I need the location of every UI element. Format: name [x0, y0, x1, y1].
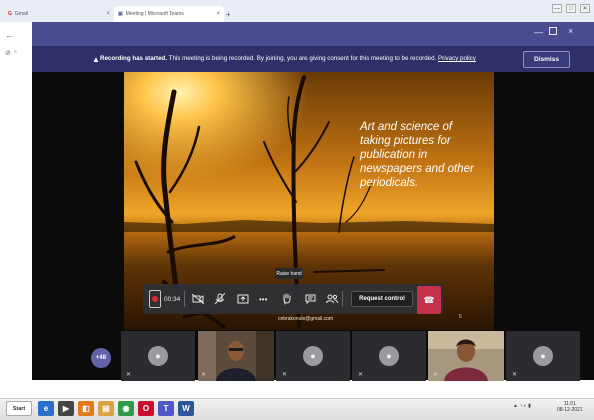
- word-icon[interactable]: W: [178, 401, 194, 416]
- avatar-icon: ●: [379, 346, 399, 366]
- participant-video-woman: [428, 331, 504, 381]
- slide-line: periodicals.: [360, 177, 419, 189]
- participant-video-tile[interactable]: [428, 331, 504, 381]
- tab-label: Meeting | Microsoft Teams: [125, 11, 184, 17]
- divider: [184, 291, 185, 307]
- mic-off-icon: ✕: [433, 372, 439, 378]
- warning-icon: ▲: [92, 55, 100, 64]
- slide-email: cebrakonule@gmail.com: [278, 316, 334, 322]
- mic-off-icon: ✕: [358, 372, 364, 378]
- divider: [342, 291, 343, 307]
- privacy-policy-link[interactable]: Privacy policy: [438, 55, 476, 62]
- recording-body: This meeting is being recorded. By joini…: [168, 55, 437, 62]
- opera-icon[interactable]: O: [138, 401, 154, 416]
- hangup-icon: ☎: [423, 294, 435, 305]
- dismiss-button[interactable]: Dismiss: [523, 51, 570, 68]
- maximize-button[interactable]: □: [566, 4, 576, 13]
- request-control-button[interactable]: Request control: [351, 291, 413, 307]
- taskbar-clock[interactable]: 11:01 08-12-2021: [557, 401, 583, 413]
- start-button[interactable]: Start: [6, 401, 32, 416]
- clock-date: 08-12-2021: [557, 407, 583, 413]
- teams-close-button[interactable]: ×: [568, 26, 573, 36]
- tab-gmail[interactable]: G Gmail ×: [4, 6, 114, 22]
- folder-icon[interactable]: ▤: [98, 401, 114, 416]
- site-info-icon[interactable]: ⊘: [5, 49, 11, 57]
- recording-message: Recording has started. This meeting is b…: [100, 55, 476, 62]
- mic-off-icon[interactable]: [215, 292, 225, 306]
- office-icon[interactable]: ◧: [78, 401, 94, 416]
- participants-icon[interactable]: [326, 292, 338, 306]
- browser-window-controls: — □ ✕: [552, 4, 590, 13]
- camera-off-icon[interactable]: [192, 292, 204, 306]
- share-icon[interactable]: [237, 292, 249, 306]
- teams-icon: ▣: [118, 11, 123, 17]
- tab-close-icon[interactable]: ×: [216, 11, 220, 17]
- slide-line: newspapers and other: [360, 163, 474, 175]
- mic-off-icon: ✕: [201, 372, 207, 378]
- new-tab-button[interactable]: +: [226, 10, 231, 19]
- teams-maximize-button[interactable]: [549, 27, 557, 35]
- ie-icon[interactable]: e: [38, 401, 54, 416]
- minimize-button[interactable]: —: [552, 4, 562, 13]
- recording-indicator-icon: [149, 290, 161, 308]
- browser-nav-area: [0, 22, 32, 66]
- tab-close-icon[interactable]: ×: [106, 11, 110, 17]
- slide-caption: Art and science of taking pictures for p…: [360, 120, 490, 190]
- mic-off-icon: ✕: [282, 372, 288, 378]
- participant-overflow-badge[interactable]: +48: [91, 348, 111, 368]
- participant-video-tile[interactable]: [198, 331, 274, 381]
- teams-title-bar: [32, 22, 594, 46]
- slide-line: Art and science of: [360, 121, 453, 133]
- mic-off-icon: ✕: [126, 372, 132, 378]
- gmail-icon: G: [8, 11, 12, 17]
- address-bar-fragment[interactable]: ≡: [14, 49, 17, 55]
- teams-minimize-button[interactable]: —: [534, 27, 543, 37]
- avatar-icon: ●: [533, 346, 553, 366]
- tab-label: Gmail: [14, 11, 28, 17]
- hangup-button[interactable]: ☎: [417, 286, 441, 314]
- avatar-icon: ●: [148, 346, 168, 366]
- slide-page-number: 5: [459, 314, 462, 320]
- close-button[interactable]: ✕: [580, 4, 590, 13]
- mic-off-icon: ✕: [512, 372, 518, 378]
- raise-hand-icon[interactable]: [282, 292, 292, 306]
- back-arrow-icon[interactable]: ←: [5, 30, 14, 40]
- chrome-icon[interactable]: ◉: [118, 401, 134, 416]
- meeting-timer: 00:34: [164, 295, 181, 303]
- teams-taskbar-icon[interactable]: T: [158, 401, 174, 416]
- chat-icon[interactable]: [305, 292, 316, 306]
- more-icon[interactable]: •••: [259, 292, 267, 306]
- slide-line: taking pictures for: [360, 135, 451, 147]
- slide-line: publication in: [360, 149, 428, 161]
- tab-teams-meeting[interactable]: ▣ Meeting | Microsoft Teams ×: [114, 6, 224, 22]
- raise-hand-tooltip: Raise hand: [275, 268, 303, 279]
- avatar-icon: ●: [303, 346, 323, 366]
- system-tray-icons[interactable]: ▲ ◔ ◐ ▮: [513, 403, 531, 409]
- media-player-icon[interactable]: ▶: [58, 401, 74, 416]
- participant-video-man: [198, 331, 274, 381]
- recording-title: Recording has started.: [100, 55, 168, 62]
